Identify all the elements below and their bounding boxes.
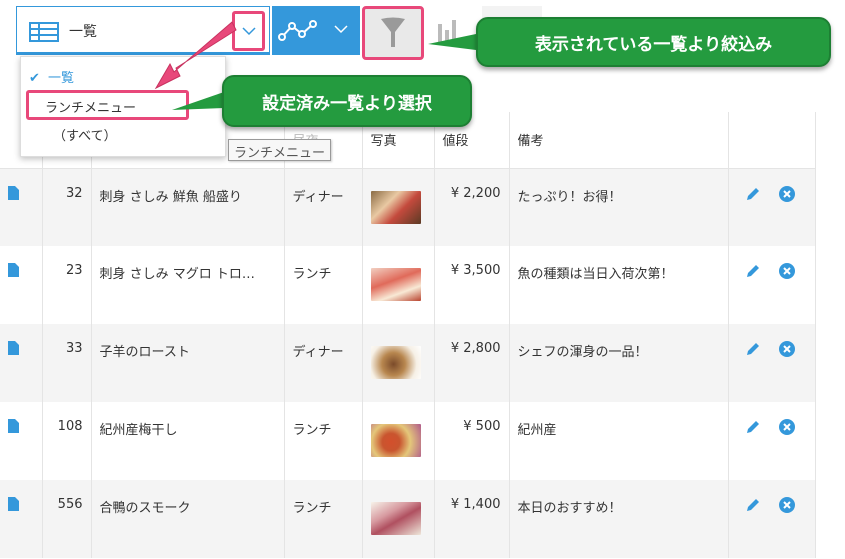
record-time: ランチ [284, 246, 363, 324]
header-actions [728, 112, 816, 169]
document-icon[interactable] [8, 419, 19, 433]
record-time: ランチ [284, 402, 363, 480]
record-note: シェフの渾身の一品！ [509, 324, 729, 402]
view-selector-label: 一覧 [69, 24, 97, 40]
record-photo[interactable] [362, 402, 435, 480]
record-photo[interactable] [362, 324, 435, 402]
record-price: ¥ 1,400 [434, 480, 510, 558]
chevron-down-icon [241, 26, 256, 35]
record-id: 32 [42, 168, 92, 246]
delete-icon[interactable] [778, 341, 795, 357]
record-actions [728, 402, 816, 480]
callout-filter: 表示されている一覧より絞込み [476, 17, 831, 67]
record-time: ディナー [284, 324, 363, 402]
graph-menu-button[interactable] [272, 6, 360, 55]
table-row: 23 刺身 さしみ マグロ トロ… ランチ ¥ 3,500 魚の種類は当日入荷次… [0, 246, 816, 324]
dish-photo[interactable] [370, 502, 421, 535]
record-photo[interactable] [362, 480, 435, 558]
table-row: 32 刺身 さしみ 鮮魚 船盛り ディナー ¥ 2,200 たっぷり！お得！ [0, 168, 816, 246]
delete-icon[interactable] [778, 419, 795, 435]
dish-photo[interactable] [370, 346, 421, 379]
dropdown-item-lunch-menu[interactable]: ランチメニュー [26, 90, 189, 120]
view-selector[interactable]: 一覧 [16, 6, 270, 55]
record-time: ディナー [284, 168, 363, 246]
document-icon[interactable] [8, 341, 19, 355]
detail-cell[interactable] [0, 480, 43, 558]
pencil-icon[interactable] [745, 419, 761, 435]
record-note: たっぷり！お得！ [509, 168, 729, 246]
record-price: ¥ 2,200 [434, 168, 510, 246]
pencil-icon[interactable] [745, 263, 761, 279]
record-note: 魚の種類は当日入荷次第！ [509, 246, 729, 324]
bar-chart-icon[interactable] [436, 18, 462, 44]
table-row: 556 合鴨のスモーク ランチ ¥ 1,400 本日のおすすめ！ [0, 480, 816, 558]
record-id: 33 [42, 324, 92, 402]
detail-cell[interactable] [0, 168, 43, 246]
record-actions [728, 168, 816, 246]
dropdown-item-all[interactable]: （すべて） [53, 125, 257, 144]
view-dropdown-menu: ✔ 一覧 ランチメニュー （すべて） [20, 56, 226, 157]
dish-photo[interactable] [370, 424, 421, 457]
pencil-icon[interactable] [745, 341, 761, 357]
record-price: ¥ 500 [434, 402, 510, 480]
record-actions [728, 324, 816, 402]
delete-icon[interactable] [778, 497, 795, 513]
header-note[interactable]: 備考 [509, 112, 729, 169]
records-table: 昼夜 写真 値段 備考 32 刺身 さしみ 鮮魚 船盛り ディナー ¥ 2,20… [0, 112, 816, 558]
record-time: ランチ [284, 480, 363, 558]
view-dropdown-button[interactable] [232, 11, 265, 51]
record-id: 556 [42, 480, 92, 558]
detail-cell[interactable] [0, 402, 43, 480]
chevron-down-icon [334, 25, 348, 34]
table-row: 33 子羊のロースト ディナー ¥ 2,800 シェフの渾身の一品！ [0, 324, 816, 402]
delete-icon[interactable] [778, 185, 795, 202]
dropdown-item-list[interactable]: ✔ 一覧 [29, 67, 233, 86]
record-name: 刺身 さしみ マグロ トロ… [91, 246, 285, 324]
record-actions [728, 246, 816, 324]
document-icon[interactable] [8, 263, 19, 277]
dish-photo[interactable] [370, 268, 421, 301]
filter-icon [381, 17, 405, 47]
table-row: 108 紀州産梅干し ランチ ¥ 500 紀州産 [0, 402, 816, 480]
pencil-icon[interactable] [745, 186, 761, 202]
record-name: 刺身 さしみ 鮮魚 船盛り [91, 168, 285, 246]
delete-icon[interactable] [778, 263, 795, 279]
record-id: 108 [42, 402, 92, 480]
record-actions [728, 480, 816, 558]
table-icon [29, 22, 59, 42]
record-name: 合鴨のスモーク [91, 480, 285, 558]
record-name: 子羊のロースト [91, 324, 285, 402]
callout-select: 設定済み一覧より選択 [222, 75, 472, 127]
record-price: ¥ 2,800 [434, 324, 510, 402]
filter-button[interactable] [362, 6, 424, 60]
detail-cell[interactable] [0, 246, 43, 324]
record-note: 本日のおすすめ！ [509, 480, 729, 558]
check-icon: ✔ [29, 71, 40, 86]
record-photo[interactable] [362, 168, 435, 246]
record-photo[interactable] [362, 246, 435, 324]
record-price: ¥ 3,500 [434, 246, 510, 324]
record-id: 23 [42, 246, 92, 324]
record-note: 紀州産 [509, 402, 729, 480]
pencil-icon[interactable] [745, 497, 761, 513]
record-name: 紀州産梅干し [91, 402, 285, 480]
document-icon[interactable] [8, 185, 19, 200]
detail-cell[interactable] [0, 324, 43, 402]
document-icon[interactable] [8, 497, 19, 511]
line-chart-icon [278, 20, 317, 41]
dish-photo[interactable] [370, 190, 421, 224]
tooltip: ランチメニュー [228, 139, 332, 161]
